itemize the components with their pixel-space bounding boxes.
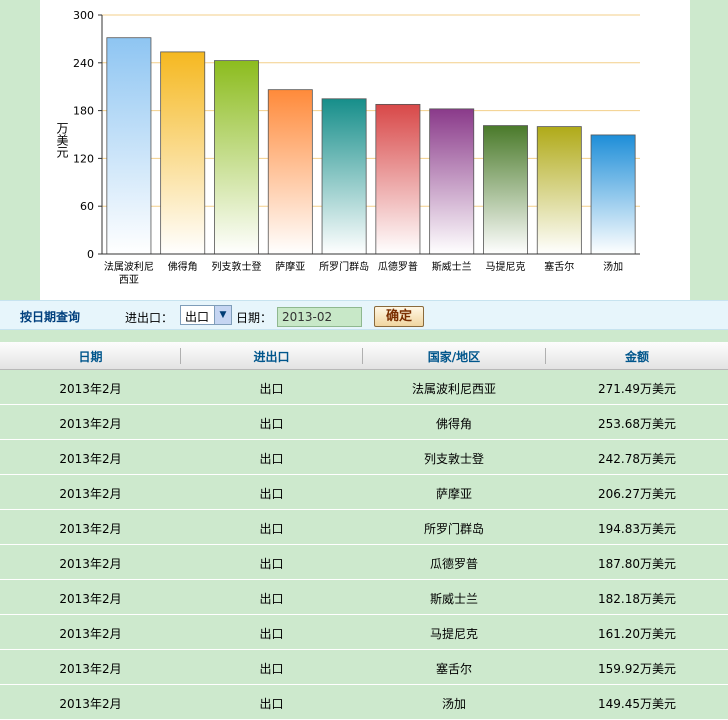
table-row: 2013年2月 出口 法属波利尼西亚 271.49万美元 bbox=[0, 370, 728, 405]
cell-date: 2013年2月 bbox=[59, 382, 122, 396]
cell-trade-type: 出口 bbox=[259, 382, 284, 396]
x-tick-label: 佛得角 bbox=[168, 260, 198, 273]
cell-country: 瓜德罗普 bbox=[429, 557, 478, 571]
bar bbox=[160, 51, 206, 255]
header-trade-type: 进出口 bbox=[253, 350, 290, 364]
table-row: 2013年2月 出口 马提尼克 161.20万美元 bbox=[0, 615, 728, 650]
cell-country: 法属波利尼西亚 bbox=[411, 382, 496, 396]
chart-panel: 0 60 120 180 240 300 万美元法属波利尼西亚 佛得角 列支敦士登 萨摩亚 所罗门群… bbox=[40, 0, 690, 300]
bar bbox=[214, 60, 259, 255]
cell-amount: 271.49万美元 bbox=[598, 382, 676, 396]
type-label: 进出口： bbox=[125, 311, 174, 325]
cell-amount: 187.80万美元 bbox=[598, 557, 676, 571]
bar bbox=[106, 37, 152, 255]
cell-date: 2013年2月 bbox=[59, 557, 122, 571]
cell-trade-type: 出口 bbox=[259, 522, 284, 536]
bar bbox=[321, 98, 367, 255]
y-tick-label: 120 bbox=[73, 152, 94, 165]
date-label: 日期： bbox=[236, 311, 273, 325]
y-tick-label: 300 bbox=[73, 9, 94, 22]
x-tick-label: 汤加 bbox=[603, 260, 623, 273]
chevron-down-icon[interactable]: ▼ bbox=[214, 306, 231, 324]
cell-country: 佛得角 bbox=[435, 417, 472, 431]
table-body: 2013年2月 出口 法属波利尼西亚 271.49万美元 2013年2月 出口 佛得角 253… bbox=[0, 370, 728, 720]
bar bbox=[536, 126, 582, 255]
cell-amount: 206.27万美元 bbox=[598, 487, 676, 501]
cell-amount: 182.18万美元 bbox=[598, 592, 676, 606]
cell-trade-type: 出口 bbox=[259, 417, 284, 431]
x-tick-label: 斯威士兰 bbox=[432, 260, 472, 273]
x-tick-label: 列支敦士登 bbox=[212, 260, 262, 273]
x-tick-label: 马提尼克 bbox=[486, 261, 526, 273]
y-tick-label: 60 bbox=[80, 200, 94, 213]
cell-amount: 242.78万美元 bbox=[598, 452, 676, 466]
cell-trade-type: 出口 bbox=[259, 627, 284, 641]
table-row: 2013年2月 出口 所罗门群岛 194.83万美元 bbox=[0, 510, 728, 545]
cell-amount: 161.20万美元 bbox=[598, 627, 676, 641]
cell-trade-type: 出口 bbox=[259, 452, 284, 466]
cell-amount: 159.92万美元 bbox=[598, 662, 676, 676]
y-axis-label: 万美元 bbox=[55, 122, 69, 159]
cell-trade-type: 出口 bbox=[259, 592, 284, 606]
y-tick-label: 0 bbox=[87, 248, 94, 261]
type-select-value: 出口 bbox=[185, 310, 210, 324]
y-tick-label: 180 bbox=[73, 105, 94, 118]
query-bar: 按日期查询 进出口： 出口 ▼ 日期： 确定 bbox=[0, 300, 728, 330]
cell-date: 2013年2月 bbox=[59, 487, 122, 501]
table-row: 2013年2月 出口 列支敦士登 242.78万美元 bbox=[0, 440, 728, 475]
header-amount: 金额 bbox=[624, 350, 649, 364]
cell-date: 2013年2月 bbox=[59, 662, 122, 676]
table-row: 2013年2月 出口 斯威士兰 182.18万美元 bbox=[0, 580, 728, 615]
cell-country: 所罗门群岛 bbox=[423, 522, 484, 536]
cell-country: 汤加 bbox=[441, 697, 466, 711]
cell-country: 马提尼克 bbox=[429, 627, 478, 641]
cell-amount: 149.45万美元 bbox=[598, 697, 676, 711]
bar bbox=[483, 125, 528, 255]
table-row: 2013年2月 出口 瓜德罗普 187.80万美元 bbox=[0, 545, 728, 580]
cell-trade-type: 出口 bbox=[259, 662, 284, 676]
cell-date: 2013年2月 bbox=[59, 522, 122, 536]
bar-chart: 0 60 120 180 240 300 万美元法属波利尼西亚 佛得角 列支敦士登 萨摩亚 所罗门群… bbox=[55, 9, 640, 286]
bar bbox=[429, 108, 475, 255]
x-tick-label: 法属波利尼西亚 bbox=[104, 260, 154, 286]
date-input[interactable] bbox=[277, 307, 362, 327]
table-row: 2013年2月 出口 萨摩亚 206.27万美元 bbox=[0, 475, 728, 510]
type-select[interactable]: 出口 ▼ bbox=[180, 305, 232, 325]
confirm-button[interactable]: 确定 bbox=[374, 306, 424, 327]
cell-date: 2013年2月 bbox=[59, 592, 122, 606]
cell-trade-type: 出口 bbox=[259, 697, 284, 711]
cell-date: 2013年2月 bbox=[59, 417, 122, 431]
cell-country: 塞舌尔 bbox=[435, 662, 472, 676]
cell-trade-type: 出口 bbox=[259, 557, 284, 571]
y-tick-label: 240 bbox=[73, 57, 94, 70]
bar bbox=[267, 89, 313, 255]
cell-amount: 253.68万美元 bbox=[598, 417, 676, 431]
table-row: 2013年2月 出口 佛得角 253.68万美元 bbox=[0, 405, 728, 440]
header-date: 日期 bbox=[78, 350, 103, 364]
bar bbox=[375, 103, 421, 255]
cell-date: 2013年2月 bbox=[59, 627, 122, 641]
table-row: 2013年2月 出口 汤加 149.45万美元 bbox=[0, 685, 728, 720]
cell-country: 列支敦士登 bbox=[423, 452, 484, 466]
x-tick-label: 瓜德罗普 bbox=[378, 260, 418, 273]
cell-country: 萨摩亚 bbox=[435, 487, 472, 501]
table-row: 2013年2月 出口 塞舌尔 159.92万美元 bbox=[0, 650, 728, 685]
query-title: 按日期查询 bbox=[20, 310, 81, 324]
table-header: 日期 进出口 国家/地区 金额 bbox=[0, 342, 728, 370]
x-tick-label: 塞舌尔 bbox=[544, 260, 574, 273]
cell-amount: 194.83万美元 bbox=[598, 522, 676, 536]
header-country: 国家/地区 bbox=[427, 350, 481, 364]
x-tick-label: 萨摩亚 bbox=[275, 260, 305, 273]
bar bbox=[590, 134, 636, 255]
x-tick-label: 所罗门群岛 bbox=[319, 260, 369, 273]
cell-trade-type: 出口 bbox=[259, 487, 284, 501]
cell-country: 斯威士兰 bbox=[429, 592, 478, 606]
cell-date: 2013年2月 bbox=[59, 452, 122, 466]
cell-date: 2013年2月 bbox=[59, 697, 122, 711]
